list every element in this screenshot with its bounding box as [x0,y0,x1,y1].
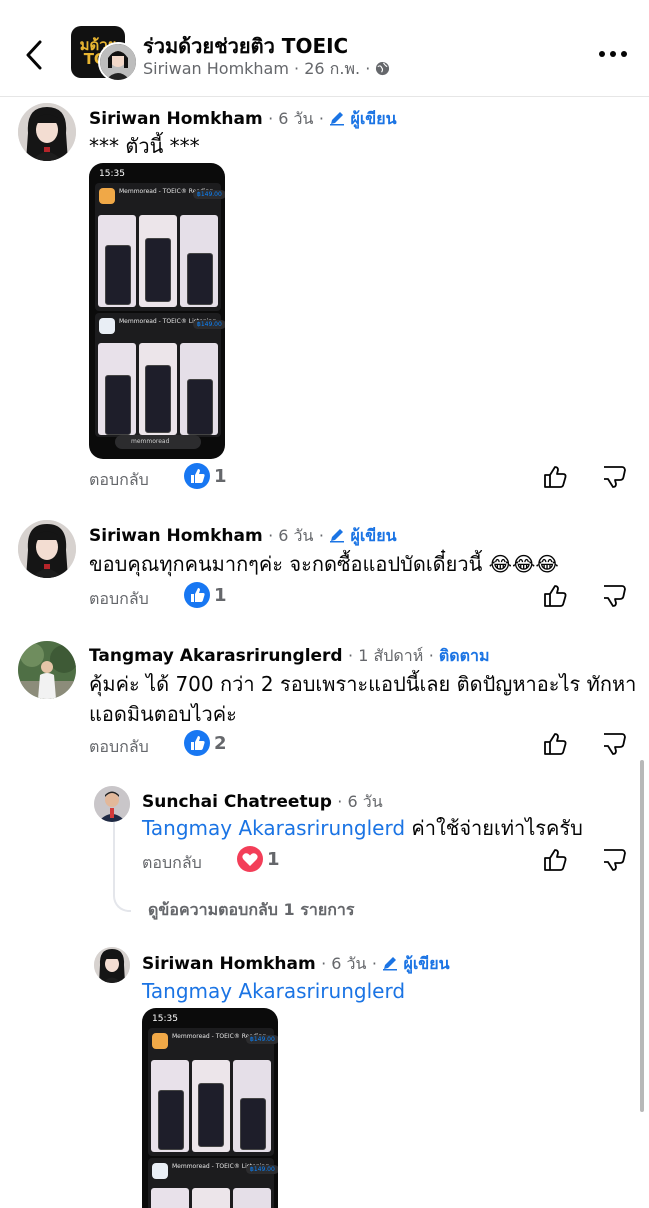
reply-button[interactable]: ตอบกลับ [89,468,149,493]
like-reaction-icon[interactable] [184,463,210,489]
separator-dot: · [294,59,300,78]
reaction-count[interactable]: 1 [214,466,227,487]
reaction-count[interactable]: 2 [214,733,227,754]
comment-image[interactable]: 15:35 Memmoread - TOEIC® Reading ฿149.00… [89,163,225,459]
pencil-icon [330,112,345,126]
thread-connector [113,822,115,874]
reaction-count[interactable]: 1 [267,849,280,870]
price-button: ฿149.00 [246,1035,278,1044]
app-card: Memmoread - TOEIC® Reading ฿149.00 [95,183,225,311]
price-button: ฿149.00 [193,190,225,199]
thumbs-down-icon[interactable] [601,583,627,609]
mention-link[interactable]: Tangmay Akarasrirunglerd [142,816,405,840]
thumbs-up-icon[interactable] [542,464,568,490]
comment-time[interactable]: 6 วัน [331,954,366,973]
app-icon [152,1163,168,1179]
avatar[interactable] [94,947,130,983]
comment-text-line: แอดมินตอบไวค่ะ [89,702,237,726]
comment-text-line: คุ้มค่ะ ได้ 700 กว่า 2 รอบเพราะแอปนี้เลย… [89,672,637,696]
avatar[interactable] [18,103,76,161]
app-icon [152,1033,168,1049]
author-name[interactable]: Siriwan Homkham [89,109,263,129]
price-button: ฿149.00 [193,320,225,329]
comment-image[interactable]: 15:35 Memmoread - TOEIC® Reading ฿149.00… [142,1008,278,1208]
comment-text: Tangmay Akarasrirunglerd [142,976,405,1006]
comment-header: Sunchai Chatreetup · 6 วัน [142,792,383,812]
author-name[interactable]: Tangmay Akarasrirunglerd [89,646,343,666]
avatar[interactable] [94,786,130,822]
post-meta: Siriwan Homkham · 26 ก.พ. · [143,57,390,82]
comment-header: Siriwan Homkham · 6 วัน · ผู้เขียน [142,954,450,974]
follow-button[interactable]: ติดตาม [439,646,490,665]
avatar[interactable] [18,641,76,699]
comment-time[interactable]: 6 วัน [347,792,382,811]
comment-header: Siriwan Homkham · 6 วัน · ผู้เขียน [89,526,397,546]
reply-button[interactable]: ตอบกลับ [89,587,149,612]
like-reaction-icon[interactable] [184,730,210,756]
thread-connector [113,874,131,912]
author-badge: ผู้เขียน [350,109,397,128]
price-button: ฿149.00 [246,1165,278,1174]
pencil-icon [383,957,398,971]
author-badge: ผู้เขียน [350,526,397,545]
comment-time[interactable]: 1 สัปดาห์ [358,646,423,665]
app-icon [99,318,115,334]
reply-button[interactable]: ตอบกลับ [142,851,202,876]
reaction-count[interactable]: 1 [214,585,227,606]
post-header: มด้วยTOI ร่วมด้วยช่วยติว TOEIC Siriwan H… [0,0,649,97]
comment-text: ขอบคุณทุกคนมากๆค่ะ จะกดซื้อแอปบัดเดี๋ยวน… [89,552,559,576]
chevron-left-icon[interactable] [22,38,48,72]
status-time: 15:35 [152,1014,178,1024]
view-replies-link[interactable]: ดูข้อความตอบกลับ 1 รายการ [148,898,354,923]
app-card: Memmoread - TOEIC® Listening ฿149.00 [148,1158,278,1208]
comment-header: Tangmay Akarasrirunglerd · 1 สัปดาห์ · ต… [89,646,490,666]
thumbs-up-icon[interactable] [542,731,568,757]
separator-dot: · [365,59,371,78]
comment-time[interactable]: 6 วัน [278,109,313,128]
avatar[interactable] [18,520,76,578]
author-name[interactable]: Siriwan Homkham [142,954,316,974]
love-reaction-icon[interactable] [237,846,263,872]
thumbs-down-icon[interactable] [601,731,627,757]
poster-name[interactable]: Siriwan Homkham [143,59,289,78]
comment-header: Siriwan Homkham · 6 วัน · ผู้เขียน [89,109,397,129]
thumbs-down-icon[interactable] [601,847,627,873]
search-bar: memmoread [115,435,201,449]
like-reaction-icon[interactable] [184,582,210,608]
globe-icon [376,61,390,76]
comment-text: *** ตัวนี้ *** [89,134,200,158]
more-horizontal-icon[interactable] [598,49,628,59]
author-name[interactable]: Sunchai Chatreetup [142,792,332,812]
author-name[interactable]: Siriwan Homkham [89,526,263,546]
reply-button[interactable]: ตอบกลับ [89,735,149,760]
scrollbar[interactable] [640,760,644,1112]
pencil-icon [330,529,345,543]
comment-body: ค่าใช้จ่ายเท่าไรครับ [411,816,583,840]
mention-link[interactable]: Tangmay Akarasrirunglerd [142,979,405,1003]
comment-time[interactable]: 6 วัน [278,526,313,545]
comment-text: Tangmay Akarasrirunglerd ค่าใช้จ่ายเท่าไ… [142,813,583,843]
thumbs-up-icon[interactable] [542,583,568,609]
app-card: Memmoread - TOEIC® Listening ฿149.00 [95,313,225,437]
avatar[interactable] [98,42,138,82]
author-badge: ผู้เขียน [403,954,450,973]
thumbs-up-icon[interactable] [542,847,568,873]
app-card: Memmoread - TOEIC® Reading ฿149.00 [148,1028,278,1156]
app-icon [99,188,115,204]
status-time: 15:35 [99,169,125,179]
thumbs-down-icon[interactable] [601,464,627,490]
post-date[interactable]: 26 ก.พ. [304,59,360,78]
